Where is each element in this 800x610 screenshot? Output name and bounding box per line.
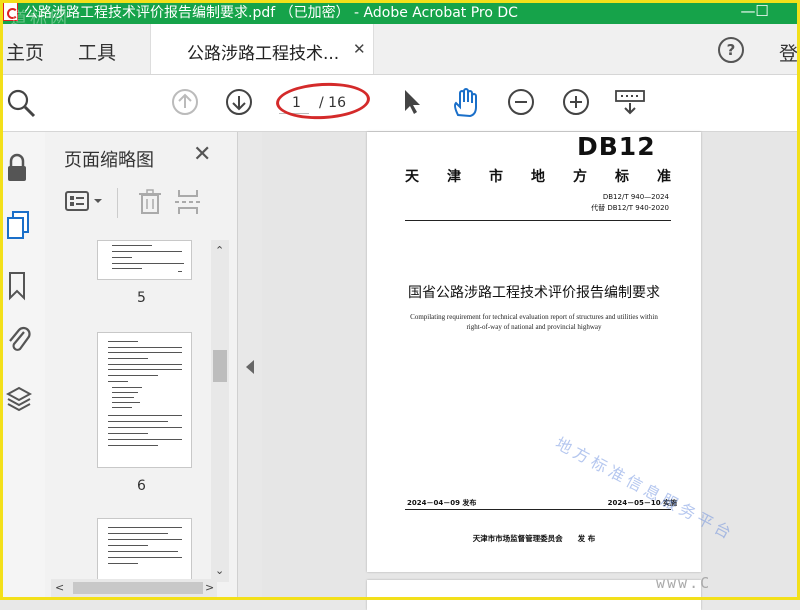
page-display-icon[interactable]: [614, 87, 648, 117]
toolbar: / 16: [0, 75, 800, 132]
current-page-input[interactable]: [279, 92, 309, 114]
tab-home[interactable]: 主页: [6, 38, 44, 65]
header-divider: [405, 220, 671, 221]
page-thumbnails-icon[interactable]: [6, 210, 32, 242]
document-viewport[interactable]: DB12 天 津 市 地 方 标 准 DB12/T 940—2024 代替 DB…: [262, 132, 800, 610]
tab-tools[interactable]: 工具: [78, 38, 116, 65]
pdf-page-1: DB12 天 津 市 地 方 标 准 DB12/T 940—2024 代替 DB…: [367, 132, 738, 572]
page-thumbnail-5[interactable]: [97, 240, 192, 280]
panel-title: 页面缩略图: [64, 150, 154, 171]
close-panel-icon[interactable]: ✕: [193, 142, 211, 167]
scroll-up-arrow-icon[interactable]: ⌃: [215, 244, 224, 257]
page-thumbnail-7[interactable]: [97, 518, 192, 580]
standard-logo: DB12: [577, 132, 656, 161]
heading-char: 标: [615, 169, 629, 185]
scroll-left-arrow-icon[interactable]: <: [55, 581, 64, 594]
attachment-icon[interactable]: [6, 324, 32, 356]
panel-tools: [63, 186, 223, 218]
toolbar-divider: [117, 188, 118, 218]
title-bar: 公路涉路工程技术评价报告编制要求.pdf （已加密） - Adobe Acrob…: [0, 0, 800, 29]
platform-watermark: 地方标准信息服务平台: [552, 433, 738, 545]
issuing-authority: 天津市市场监督管理委员会 发 布: [472, 534, 596, 543]
page-navigator: / 16: [279, 90, 365, 116]
heading-char: 准: [657, 169, 671, 185]
standard-heading: 天 津 市 地 方 标 准: [405, 166, 671, 186]
sign-in-link[interactable]: 登: [779, 39, 798, 66]
thumbnail-vertical-scrollbar[interactable]: ⌃ ⌄: [211, 240, 229, 582]
total-pages-label: / 16: [319, 95, 346, 111]
heading-char: 地: [531, 169, 545, 185]
replaces-code: 代替 DB12/T 940-2020: [591, 204, 669, 212]
thumbnail-horizontal-scrollbar[interactable]: < >: [51, 579, 217, 597]
document-title-cn: 国省公路涉路工程技术评价报告编制要求: [408, 285, 660, 301]
collapse-panel-arrow-icon[interactable]: [246, 360, 254, 374]
window-title: 公路涉路工程技术评价报告编制要求.pdf （已加密） - Adobe Acrob…: [24, 5, 518, 21]
select-cursor-icon[interactable]: [400, 87, 424, 117]
delete-page-icon[interactable]: [137, 188, 165, 216]
thumbnail-label: 6: [137, 478, 146, 494]
thumbnail-label: 5: [137, 290, 146, 306]
standard-code-block: DB12/T 940—2024 代替 DB12/T 940-2020: [591, 192, 669, 214]
zoom-out-icon[interactable]: [506, 87, 536, 117]
hand-tool-icon[interactable]: [450, 87, 482, 119]
publish-date: 2024－04－09 发布: [407, 499, 477, 507]
heading-char: 方: [573, 169, 587, 185]
page-thumbnail-6[interactable]: [97, 332, 192, 468]
layers-icon[interactable]: [6, 384, 32, 416]
thumbnail-list: 5 6: [45, 240, 221, 580]
tab-document[interactable]: 公路涉路工程技术... ✕: [150, 24, 374, 74]
left-rail: [0, 132, 46, 600]
pdf-page-2: [367, 580, 701, 610]
lock-icon[interactable]: [6, 152, 28, 184]
zoom-in-icon[interactable]: [561, 87, 591, 117]
bookmark-icon[interactable]: [6, 270, 28, 302]
extract-page-icon[interactable]: [175, 188, 205, 216]
document-tab-label: 公路涉路工程技术...: [187, 44, 340, 64]
thumbnails-panel: 页面缩略图 ✕ 5 6 ⌃ ⌄ < >: [45, 132, 238, 600]
heading-char: 津: [447, 169, 461, 185]
previous-page-icon[interactable]: [170, 87, 200, 117]
scrollbar-thumb[interactable]: [73, 582, 203, 594]
footer-divider: [405, 509, 671, 510]
document-title-en: Compilating requirement for technical ev…: [410, 313, 658, 331]
maximize-button[interactable]: ☐: [752, 1, 772, 21]
scrollbar-thumb[interactable]: [213, 350, 227, 382]
heading-char: 天: [405, 169, 419, 185]
heading-char: 市: [489, 169, 503, 185]
thumbnail-options-icon[interactable]: [63, 188, 111, 216]
scroll-down-arrow-icon[interactable]: ⌄: [215, 564, 224, 577]
standard-code: DB12/T 940—2024: [602, 193, 669, 201]
close-tab-icon[interactable]: ✕: [353, 40, 366, 58]
url-watermark: www.C: [656, 574, 712, 592]
next-page-icon[interactable]: [224, 87, 254, 117]
tab-bar: 主页 工具 公路涉路工程技术... ✕ ? 登: [0, 24, 800, 75]
scroll-right-arrow-icon[interactable]: >: [205, 581, 214, 594]
help-icon[interactable]: ?: [718, 37, 744, 63]
search-zoom-icon[interactable]: [6, 87, 38, 119]
